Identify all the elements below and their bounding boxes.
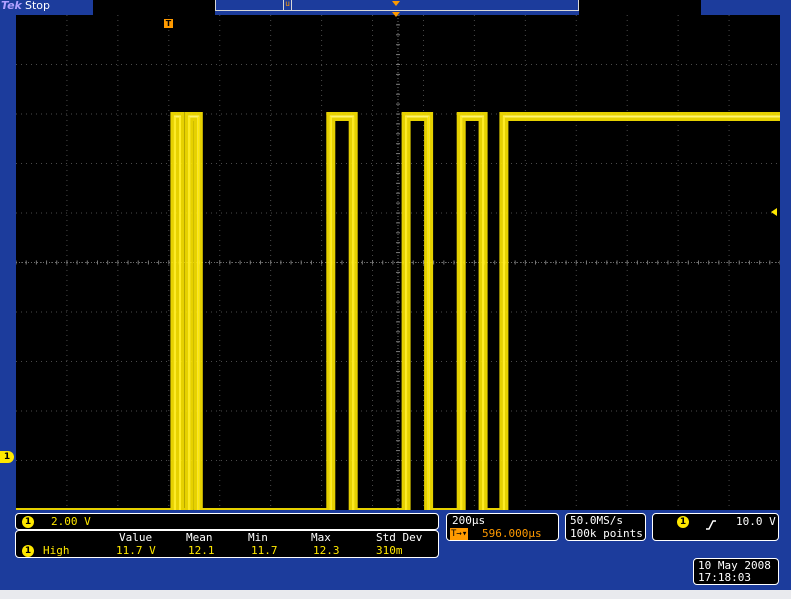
brand-label: Tek — [1, 0, 22, 12]
measurement-channel-badge: 1 — [22, 545, 34, 557]
acquisition-panel[interactable]: 50.0MS/s 100k points — [565, 513, 646, 541]
trigger-level: 10.0 V — [736, 515, 776, 528]
horizontal-panel[interactable]: 200µs T→▾ 596.000µs — [446, 513, 559, 541]
waveform-display[interactable] — [16, 15, 780, 510]
status-bar-gap-right — [579, 0, 701, 15]
measurement-std-dev: 310m — [376, 544, 403, 557]
trigger-panel[interactable]: 1 10.0 V — [652, 513, 779, 541]
bottom-strip — [0, 590, 791, 599]
record-window-marker: u — [285, 0, 290, 8]
record-length: 100k points — [570, 527, 643, 540]
channel-scale-panel[interactable]: 1 2.00 V — [15, 513, 439, 530]
status-bar-gap — [93, 0, 215, 15]
delay-marker-icon — [392, 12, 400, 17]
measurement-mean: 12.1 — [188, 544, 215, 557]
waveform-graticule — [16, 15, 780, 510]
record-window[interactable]: u — [283, 0, 292, 10]
measurement-min: 11.7 — [251, 544, 278, 557]
measurement-header: Mean — [186, 531, 213, 544]
channel-badge: 1 — [22, 516, 34, 528]
trigger-level-icon[interactable] — [771, 208, 777, 216]
sample-rate: 50.0MS/s — [570, 514, 623, 527]
datetime-panel: 10 May 2008 17:18:03 — [693, 558, 779, 585]
acquisition-state: Stop — [25, 0, 51, 12]
time-label: 17:18:03 — [698, 571, 751, 584]
measurement-header: Value — [119, 531, 153, 544]
time-per-division: 200µs — [452, 514, 486, 527]
measurement-header: Std Dev — [376, 531, 423, 544]
measurement-name: High — [43, 544, 70, 557]
measurement-header: Min — [248, 531, 268, 544]
rising-edge-icon — [705, 516, 717, 530]
trigger-position-icon[interactable]: T — [164, 19, 173, 28]
horizontal-delay: 596.000µs — [482, 527, 542, 540]
delay-icon: T→▾ — [450, 528, 469, 540]
vertical-scale: 2.00 V — [51, 515, 91, 528]
measurement-value: 11.7 V — [116, 544, 156, 557]
trigger-channel-badge: 1 — [677, 516, 689, 528]
measurement-header: Max — [311, 531, 331, 544]
expansion-point-icon — [392, 1, 400, 6]
channel1-ground-marker[interactable]: 1 — [0, 451, 14, 463]
measurement-table[interactable]: Value Mean Min Max Std Dev 1 High 11.7 V… — [15, 530, 439, 558]
measurement-max: 12.3 — [313, 544, 340, 557]
